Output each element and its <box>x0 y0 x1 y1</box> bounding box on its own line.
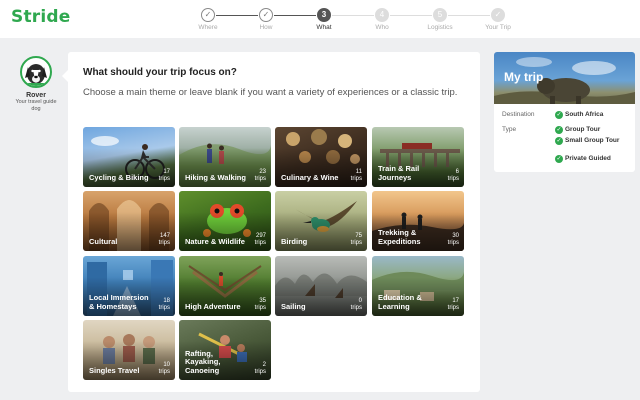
theme-trip-count: 75 trips <box>350 233 362 246</box>
theme-tile-trekking-expeditions[interactable]: Trekking & Expeditions 30 trips <box>372 191 464 251</box>
theme-name: Local Immersion & Homestays <box>89 293 149 311</box>
theme-name: Singles Travel <box>89 365 140 375</box>
checkmark-icon: ✓ <box>259 8 273 22</box>
theme-trip-count: 11 trips <box>350 169 362 182</box>
theme-name: Rafting, Kayaking, Canoeing <box>185 348 221 375</box>
top-bar: Stride ✓ Where ✓ How 3 What 4 Who 5 Logi… <box>0 0 640 38</box>
theme-tile-culinary-wine[interactable]: Culinary & Wine 11 trips <box>275 127 367 187</box>
theme-tile-singles-travel[interactable]: Singles Travel 10 trips <box>83 320 175 380</box>
step-label: Where <box>198 24 218 31</box>
theme-trip-count: 10 trips <box>158 362 170 375</box>
step-label: Logistics <box>427 24 453 31</box>
step-connector <box>216 15 258 16</box>
theme-trip-count: 35 trips <box>254 298 266 311</box>
theme-trip-count: 17 trips <box>447 298 459 311</box>
checkmark-icon: ✓ <box>491 8 505 22</box>
my-trip-panel: My trip Destination ✓ South Africa Type … <box>494 52 635 172</box>
dog-avatar-icon <box>20 56 52 88</box>
step-connector <box>274 15 316 16</box>
theme-name: High Adventure <box>185 301 241 311</box>
theme-trip-count: 23 trips <box>254 169 266 182</box>
theme-tile-birding[interactable]: Birding 75 trips <box>275 191 367 251</box>
theme-name: Sailing <box>281 301 306 311</box>
theme-tile-cultural[interactable]: Cultural 147 trips <box>83 191 175 251</box>
checkmark-icon: ✓ <box>555 111 563 119</box>
theme-name: Birding <box>281 236 308 246</box>
step-label: What <box>316 24 332 31</box>
theme-tile-sailing[interactable]: Sailing 0 trips <box>275 256 367 316</box>
theme-tile-cycling-biking[interactable]: Cycling & Biking 17 trips <box>83 127 175 187</box>
question-title: What should your trip focus on? <box>83 67 237 78</box>
theme-name: Trekking & Expeditions <box>378 228 421 246</box>
guide-agent: Rover Your travel guide dog <box>14 56 58 113</box>
checkmark-icon: ✓ <box>201 8 215 22</box>
theme-name: Cultural <box>89 236 118 246</box>
checkmark-icon: ✓ <box>555 155 563 163</box>
step-number: 5 <box>433 8 447 22</box>
type-value-private-guided[interactable]: Private Guided <box>565 155 611 163</box>
step-label: Your Trip <box>485 24 511 31</box>
my-trip-title: My trip <box>504 70 544 84</box>
type-value-small-group-tour[interactable]: Small Group Tour <box>565 137 625 145</box>
theme-tile-nature-wildlife[interactable]: Nature & Wildlife 297 trips <box>179 191 271 251</box>
destination-label: Destination <box>502 111 535 118</box>
step-connector <box>448 15 490 16</box>
theme-tile-high-adventure[interactable]: High Adventure 35 trips <box>179 256 271 316</box>
theme-name: Culinary & Wine <box>281 172 339 182</box>
step-number: 4 <box>375 8 389 22</box>
question-subtitle: Choose a main theme or leave blank if yo… <box>83 87 458 98</box>
elephant-banner-icon: My trip <box>494 52 635 104</box>
theme-trip-count: 17 trips <box>158 169 170 182</box>
agent-role: Your travel guide dog <box>15 99 57 112</box>
theme-name: Cycling & Biking <box>89 172 149 182</box>
theme-question-card: What should your trip focus on? Choose a… <box>62 52 480 392</box>
step-connector <box>390 15 432 16</box>
step-label: Who <box>375 24 389 31</box>
theme-trip-count: 0 trips <box>350 298 362 311</box>
theme-name: Nature & Wildlife <box>185 236 245 246</box>
step-number: 3 <box>317 8 331 22</box>
theme-trip-count: 6 trips <box>447 169 459 182</box>
checkmark-icon: ✓ <box>555 137 563 145</box>
theme-name: Education & Learning <box>378 293 422 311</box>
stride-logo[interactable]: Stride <box>11 7 70 27</box>
theme-tile-train-rail[interactable]: Train & Rail Journeys 6 trips <box>372 127 464 187</box>
type-value-group-tour[interactable]: Group Tour <box>565 126 600 134</box>
theme-tile-local-immersion[interactable]: Local Immersion & Homestays 18 trips <box>83 256 175 316</box>
theme-tile-education-learning[interactable]: Education & Learning 17 trips <box>372 256 464 316</box>
checkmark-icon: ✓ <box>555 126 563 134</box>
theme-trip-count: 18 trips <box>158 298 170 311</box>
agent-name: Rover <box>26 92 46 99</box>
type-label: Type <box>502 126 517 133</box>
theme-trip-count: 30 trips <box>447 233 459 246</box>
theme-tile-hiking-walking[interactable]: Hiking & Walking 23 trips <box>179 127 271 187</box>
destination-value[interactable]: South Africa <box>565 111 603 119</box>
theme-trip-count: 2 trips <box>254 362 266 375</box>
step-connector <box>332 15 374 16</box>
theme-trip-count: 147 trips <box>158 233 170 246</box>
theme-tile-rafting-kayaking[interactable]: Rafting, Kayaking, Canoeing 2 trips <box>179 320 271 380</box>
theme-trip-count: 297 trips <box>254 233 266 246</box>
step-label: How <box>259 24 273 31</box>
theme-name: Train & Rail Journeys <box>378 164 420 182</box>
theme-name: Hiking & Walking <box>185 172 246 182</box>
progress-steps: ✓ Where ✓ How 3 What 4 Who 5 Logistics ✓… <box>196 8 516 36</box>
